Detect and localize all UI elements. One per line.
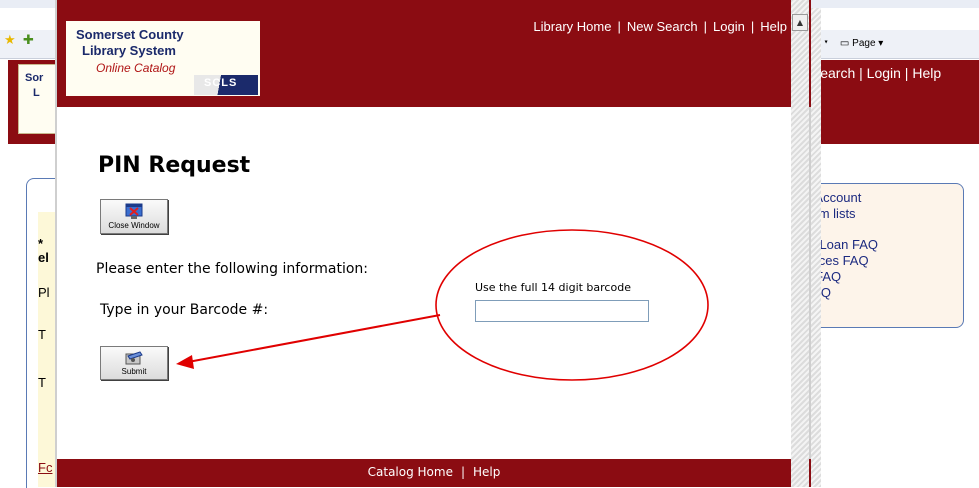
library-logo[interactable]: Somerset County Library System Online Ca… — [66, 21, 260, 96]
background-link[interactable]: Fc — [38, 460, 52, 475]
logo-line-2: Library System — [82, 43, 176, 58]
top-nav: Library Home | New Search | Login | Help — [533, 19, 787, 34]
add-favorite-icon[interactable]: ✚ — [23, 34, 36, 47]
favorites-star-icon[interactable]: ★ — [4, 34, 17, 47]
popup-scrollbar[interactable]: ▲ — [791, 0, 809, 487]
footer-catalog-home[interactable]: Catalog Home — [368, 465, 453, 479]
barcode-input[interactable] — [475, 300, 649, 322]
submit-label: Submit — [121, 367, 147, 376]
logo-line-3: Online Catalog — [96, 61, 176, 75]
browser-command-bar: 🖶 ▾ ▭ Page ▾ — [812, 30, 883, 56]
logo-line-1: Somerset County — [76, 27, 184, 42]
background-text: * — [38, 236, 44, 251]
background-text: el — [38, 250, 49, 265]
popup-footer: Catalog Home | Help — [57, 459, 811, 487]
pin-request-popup: Somerset County Library System Online Ca… — [55, 0, 811, 487]
nav-new-search[interactable]: New Search — [627, 19, 698, 34]
favorites-controls: ★ ✚ — [4, 34, 36, 47]
instruction-text: Please enter the following information: — [96, 261, 369, 277]
nav-login[interactable]: Login — [713, 19, 745, 34]
window-resize-grip[interactable] — [811, 8, 821, 487]
barcode-label: Type in your Barcode #: — [100, 302, 269, 318]
popup-header: Somerset County Library System Online Ca… — [57, 0, 811, 107]
background-logo-text: Sor L — [25, 72, 44, 99]
background-nav[interactable]: v Search | Login | Help — [800, 65, 941, 81]
page-icon: ▭ — [839, 37, 850, 49]
nav-help[interactable]: Help — [760, 19, 787, 34]
nav-library-home[interactable]: Library Home — [533, 19, 611, 34]
background-text: T — [38, 327, 46, 342]
page-menu[interactable]: ▭ Page ▾ — [840, 38, 883, 49]
close-window-button[interactable]: Close Window — [100, 199, 168, 234]
close-window-label: Close Window — [108, 221, 160, 230]
page-title: PIN Request — [98, 153, 251, 178]
background-text: T — [38, 375, 46, 390]
scroll-up-icon[interactable]: ▲ — [792, 14, 808, 31]
submit-button[interactable]: Submit — [100, 346, 168, 380]
footer-help[interactable]: Help — [473, 465, 500, 479]
scls-badge: SCLS — [194, 75, 258, 95]
background-text: Pl — [38, 285, 50, 300]
background-logo: Sor L — [18, 64, 56, 134]
barcode-hint: Use the full 14 digit barcode — [475, 281, 631, 294]
